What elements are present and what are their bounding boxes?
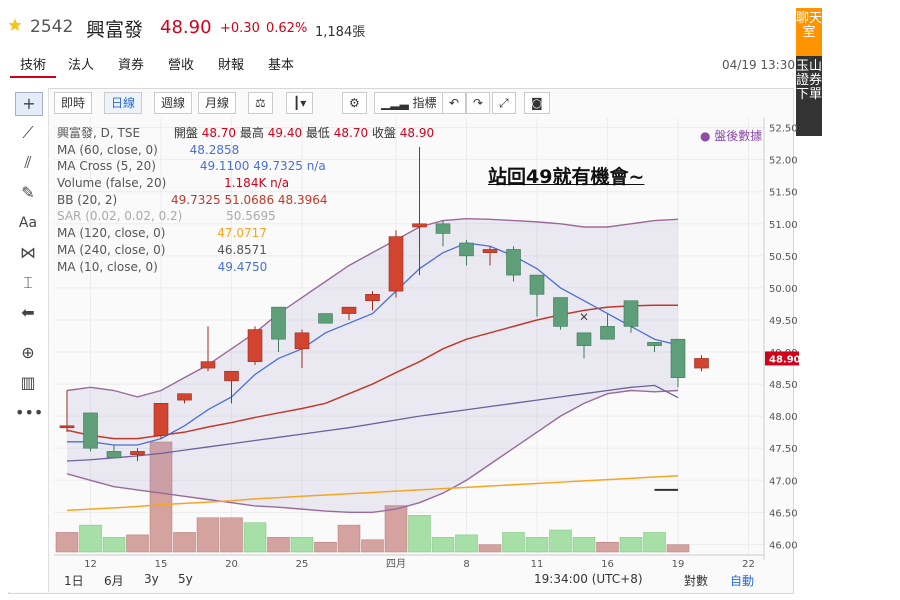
legend-values: 1.184K n/a	[224, 176, 290, 191]
indicators-button[interactable]: ▁▂▃ 指標	[374, 92, 444, 114]
camera-icon[interactable]: ◙	[524, 92, 550, 114]
tab-basic[interactable]: 基本	[268, 54, 294, 73]
open-value: 48.70	[201, 126, 237, 140]
last-price: 48.90	[160, 17, 212, 38]
after-hours-link[interactable]: ● 盤後數據	[700, 127, 762, 144]
fullscreen-icon[interactable]: ⤢	[492, 92, 516, 114]
fibonacci-icon[interactable]: ⫽	[15, 152, 41, 174]
back-arrow-icon[interactable]: ⬅	[15, 302, 41, 324]
zoom-icon[interactable]: ⊕	[15, 342, 41, 364]
legend-sar[interactable]: SAR (0.02, 0.02, 0.2) 50.5695	[57, 208, 434, 225]
legend-volume[interactable]: Volume (false, 20) 1.184K n/a	[57, 175, 434, 192]
clock-text: 19:34:00 (UTC+8)	[534, 572, 643, 586]
legend-values: 49.4750	[217, 259, 268, 274]
indicators-icon: ▁▂▃	[381, 96, 413, 110]
legend-name: MA (240, close, 0)	[57, 242, 166, 257]
high-value: 49.40	[267, 126, 303, 140]
order-app-button[interactable]: 玉山證券下單	[796, 56, 822, 136]
range-5y[interactable]: 5y	[178, 572, 193, 586]
stock-header: 2542 興富發 48.90 +0.30 0.62% 1,184張	[0, 0, 790, 48]
ruler-icon[interactable]: ▥	[15, 372, 41, 394]
drawing-toolbar: + ⟋ ⫽ ✎ Aa ⋈ ⌶ ⬅ ⊕ ▥ •••	[8, 88, 49, 592]
weekly-button[interactable]: 週線	[154, 92, 193, 114]
high-label: 最高	[239, 126, 264, 140]
legend-values: 50.5695	[226, 209, 276, 224]
measure-icon[interactable]: ⌶	[15, 272, 41, 294]
chart-toolbar: 即時 日線 週線 月線 ⚖ ┃▾ ⚙ ▁▂▃ 指標 ↶ ↷ ⤢ ◙	[52, 90, 790, 116]
legend-ma120[interactable]: MA (120, close, 0) 47.0717	[57, 225, 434, 242]
indicator-legend: 興富發, D, TSE 開盤 48.70 最高 49.40 最低 48.70 收…	[57, 125, 434, 275]
legend-values: 49.7325 51.0686 48.3964	[171, 192, 328, 207]
undo-icon[interactable]: ↶	[442, 92, 467, 114]
legend-name: MA Cross (5, 20)	[57, 159, 156, 174]
pattern-icon[interactable]: ⋈	[15, 242, 41, 264]
tab-technical[interactable]: 技術	[9, 54, 57, 78]
legend-macross[interactable]: MA Cross (5, 20) 49.1100 49.7325 n/a	[57, 158, 434, 175]
legend-name: BB (20, 2)	[57, 192, 118, 207]
legend-ma60[interactable]: MA (60, close, 0) 48.2858	[57, 142, 434, 159]
low-label: 最低	[305, 126, 330, 140]
star-icon[interactable]	[8, 18, 22, 32]
text-tool-icon[interactable]: Aa	[15, 212, 41, 234]
range-6m[interactable]: 6月	[104, 572, 124, 589]
monthly-button[interactable]: 月線	[198, 92, 237, 114]
price-change-pct: 0.62%	[266, 21, 308, 36]
legend-symbol: 興富發, D, TSE	[57, 126, 141, 140]
close-value: 48.90	[399, 126, 435, 140]
legend-bb[interactable]: BB (20, 2) 49.7325 51.0686 48.3964	[57, 192, 434, 209]
legend-ma10[interactable]: MA (10, close, 0) 49.4750	[57, 259, 434, 276]
open-label: 開盤	[173, 126, 198, 140]
trendline-icon[interactable]: ⟋	[15, 122, 41, 144]
more-icon[interactable]: •••	[15, 402, 43, 424]
redo-icon[interactable]: ↷	[466, 92, 491, 114]
range-1d[interactable]: 1日	[64, 572, 84, 589]
tab-institutional[interactable]: 法人	[68, 54, 94, 73]
indicators-label: 指標	[412, 96, 437, 110]
stock-name: 興富發	[86, 19, 144, 41]
legend-name: MA (60, close, 0)	[57, 142, 158, 157]
legend-name: MA (10, close, 0)	[57, 259, 158, 274]
price-change: +0.30	[220, 21, 260, 36]
chart-annotation: 站回49就有機會~	[488, 166, 645, 188]
legend-values: 46.8571	[217, 242, 267, 257]
quote-datetime: 04/19 13:30	[722, 58, 795, 72]
auto-scale-toggle[interactable]: 自動	[730, 572, 754, 589]
legend-values: 49.1100 49.7325 n/a	[199, 159, 326, 174]
daily-button[interactable]: 日線	[104, 92, 143, 114]
legend-main[interactable]: 興富發, D, TSE 開盤 48.70 最高 49.40 最低 48.70 收…	[57, 125, 434, 142]
legend-name: Volume (false, 20)	[57, 176, 167, 191]
legend-values: 48.2858	[189, 142, 240, 157]
legend-values: 47.0717	[217, 226, 267, 241]
chat-room-button[interactable]: 聊天室	[796, 8, 822, 58]
chart-style-icon[interactable]: ┃▾	[286, 92, 314, 114]
range-bar: 1日 6月 3y 5y 19:34:00 (UTC+8) 對數 自動	[52, 570, 792, 590]
settings-icon[interactable]: ⚙	[342, 92, 367, 114]
intraday-button[interactable]: 即時	[54, 92, 93, 114]
tab-financials[interactable]: 財報	[218, 54, 244, 73]
log-scale-toggle[interactable]: 對數	[684, 572, 708, 589]
low-value: 48.70	[333, 126, 369, 140]
volume-text: 1,184張	[315, 25, 366, 40]
brush-icon[interactable]: ✎	[15, 182, 41, 204]
stock-code: 2542	[30, 17, 74, 37]
close-label: 收盤	[371, 126, 396, 140]
range-3y[interactable]: 3y	[144, 572, 159, 586]
legend-name: MA (120, close, 0)	[57, 226, 166, 241]
compare-icon[interactable]: ⚖	[248, 92, 273, 114]
tab-revenue[interactable]: 營收	[168, 54, 194, 73]
legend-name: SAR (0.02, 0.02, 0.2)	[57, 209, 183, 224]
crosshair-icon[interactable]: +	[15, 92, 43, 116]
legend-ma240[interactable]: MA (240, close, 0) 46.8571	[57, 242, 434, 259]
tab-margin[interactable]: 資券	[118, 54, 144, 73]
